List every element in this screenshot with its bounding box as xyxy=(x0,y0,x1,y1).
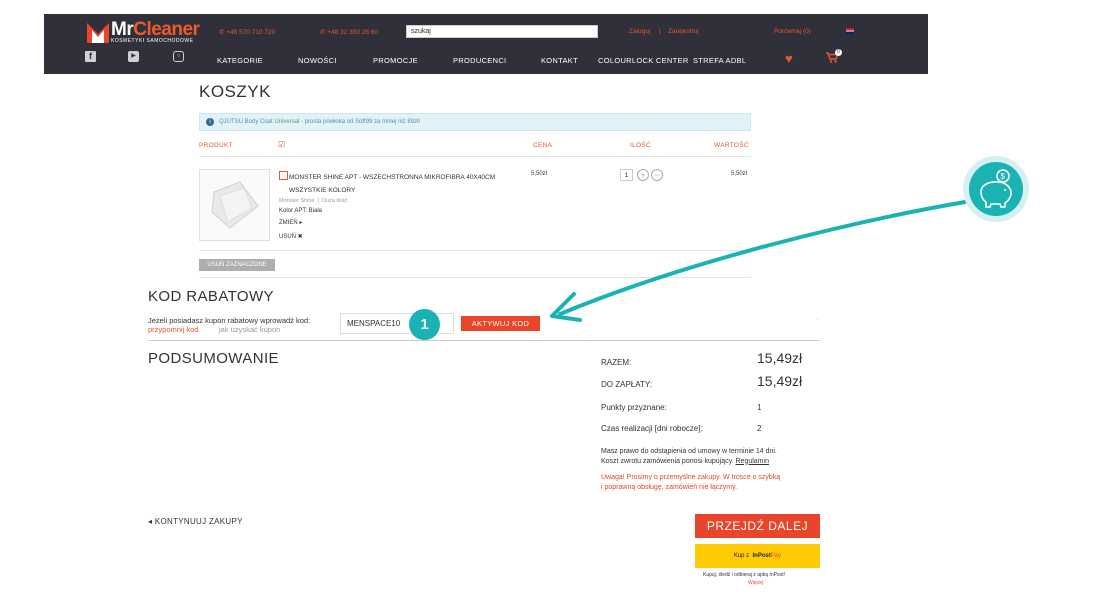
change-link[interactable]: ZMIEŃ ▸ xyxy=(279,219,302,226)
flag-uk-icon[interactable] xyxy=(846,28,854,34)
divider xyxy=(199,156,751,157)
col-header-product: PRODUKT xyxy=(199,142,233,149)
inpost-pay-button[interactable]: Kup z InPostPay xyxy=(695,544,820,568)
continue-shopping-link[interactable]: ◂ KONTYNUUJ ZAKUPY xyxy=(148,517,243,526)
product-color: Kolor APT: Biała xyxy=(279,208,323,214)
product-brand: Monster Shine | Duża ilość xyxy=(279,198,348,204)
login-link[interactable]: Zaloguj xyxy=(629,28,650,35)
nav-colourlock[interactable]: COLOURLOCK CENTER xyxy=(598,56,689,65)
svg-text:$: $ xyxy=(1001,172,1006,181)
phone-1[interactable]: ✆ +48 570 710 720 xyxy=(219,28,275,36)
nav-kategorie[interactable]: KATEGORIE xyxy=(217,56,263,65)
info-banner[interactable]: QJUTSU Body Coat Universal - prosta powł… xyxy=(199,113,751,131)
quantity-plus-icon[interactable]: + xyxy=(637,169,649,181)
total-value: 15,49zł xyxy=(757,350,803,366)
nav-promocje[interactable]: PROMOCJE xyxy=(373,56,418,65)
return-policy-text: Masz prawo do odstąpienia od umowy w ter… xyxy=(601,448,777,465)
proceed-button[interactable]: PRZEJDŹ DALEJ xyxy=(695,514,820,538)
item-price: 5,50zł xyxy=(531,171,548,177)
inpost-tagline: Kupuj, śledź i odbieraj z apką InPost! xyxy=(703,572,785,578)
pay-label: DO ZAPŁATY: xyxy=(601,380,652,389)
time-value: 2 xyxy=(757,424,762,433)
activate-code-button[interactable]: AKTYWUJ KOD xyxy=(461,316,540,331)
facebook-icon[interactable]: f xyxy=(85,51,96,62)
col-header-price: CENA xyxy=(533,142,553,149)
col-header-quantity: ILOŚĆ xyxy=(630,142,652,149)
product-image[interactable] xyxy=(199,169,270,241)
wishlist-heart-icon[interactable]: ♥ xyxy=(785,51,793,66)
remove-link[interactable]: USUŃ ✖ xyxy=(279,233,303,240)
phone-2[interactable]: ✆ +48 32 350 28 60 xyxy=(320,28,378,36)
instagram-icon[interactable]: ○ xyxy=(173,51,184,62)
remove-selected-button[interactable]: USUŃ ZAZNACZONE xyxy=(199,259,275,271)
col-header-value: WARTOŚĆ xyxy=(714,142,749,149)
quantity-minus-icon[interactable]: − xyxy=(651,169,663,181)
quantity-field[interactable]: 1 xyxy=(620,169,633,181)
divider xyxy=(148,340,820,341)
item-total: 5,50zł xyxy=(731,171,748,177)
regulamin-link[interactable]: Regulamin xyxy=(736,458,769,465)
coupon-title: KOD RABATOWY xyxy=(148,288,274,305)
select-all-check-icon[interactable]: ☑ xyxy=(278,140,285,149)
logo-icon[interactable] xyxy=(86,20,110,44)
page-title: KOSZYK xyxy=(199,82,271,101)
nav-kontakt[interactable]: KONTAKT xyxy=(541,56,578,65)
how-to-get-coupon-link[interactable]: jak uzyskać kupon xyxy=(219,325,280,334)
product-name[interactable]: MONSTER SHINE APT - WSZECHSTRONNA MIKROF… xyxy=(289,171,509,197)
piggy-bank-icon: $ xyxy=(969,162,1023,216)
remind-code-link[interactable]: przypomnij kod xyxy=(148,325,198,334)
summary-title: PODSUMOWANIE xyxy=(148,350,279,367)
cart-count-badge: 0 xyxy=(835,49,842,56)
inpost-more-link[interactable]: Więcej xyxy=(748,580,763,586)
search-input[interactable] xyxy=(406,25,598,38)
time-label: Czas realizacji [dni robocze]: xyxy=(601,424,703,433)
register-link[interactable]: Zarejestruj xyxy=(668,28,699,35)
nav-strefa-adbl[interactable]: STREFA ADBL xyxy=(693,56,746,65)
header-separator: | xyxy=(659,28,661,35)
nav-producenci[interactable]: PRODUCENCI xyxy=(453,56,506,65)
youtube-icon[interactable]: ▶ xyxy=(128,51,139,62)
item-checkbox[interactable] xyxy=(279,171,288,180)
points-label: Punkty przyznane: xyxy=(601,403,667,412)
nav-nowosci[interactable]: NOWOŚCI xyxy=(298,56,337,65)
warning-text: Uwaga! Prosimy o przemyślne zakupy. W tr… xyxy=(601,474,781,491)
logo-subtitle: KOSMETYKI SAMOCHODOWE xyxy=(111,38,194,44)
annotation-arrow xyxy=(550,200,967,322)
pay-value: 15,49zł xyxy=(757,373,803,389)
coupon-prompt: Jeżeli posiadasz kupon rabatowy wprowadź… xyxy=(148,316,311,325)
compare-link[interactable]: Porównaj (0) xyxy=(774,28,811,35)
points-value: 1 xyxy=(757,403,762,412)
total-label: RAZEM: xyxy=(601,358,632,367)
info-icon: i xyxy=(206,118,214,126)
step-number-badge: 1 xyxy=(409,309,440,340)
